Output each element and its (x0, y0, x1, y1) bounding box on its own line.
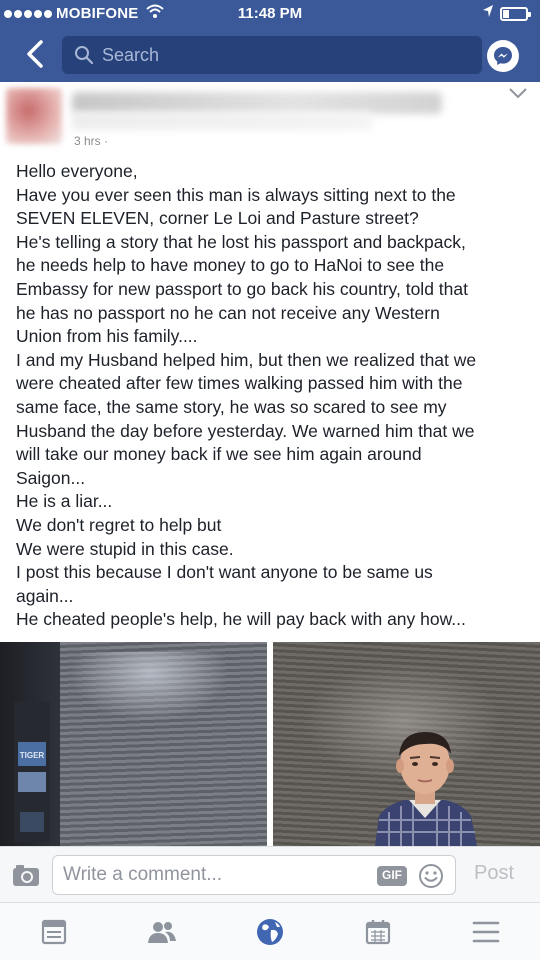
post-line: I and my Husband helped him, but then we… (16, 349, 477, 370)
post-line: will take our money back if we see him a… (16, 444, 422, 465)
comment-input[interactable] (63, 860, 363, 890)
gif-button[interactable]: GIF (377, 866, 407, 886)
search-input[interactable] (102, 40, 472, 70)
tab-friends[interactable] (145, 915, 179, 949)
post-line: same face, the same story, he was so sca… (16, 396, 447, 417)
author-name-redacted (72, 92, 442, 114)
messenger-button[interactable] (487, 40, 519, 72)
news-feed-icon (41, 919, 67, 945)
post-line: He's telling a story that he lost his pa… (16, 231, 466, 252)
bottom-tab-bar (0, 902, 540, 960)
battery-icon (500, 7, 531, 21)
globe-icon (257, 919, 283, 945)
post-line: Have you ever seen this man is always si… (16, 184, 456, 205)
post-timestamp: 3 hrs · (74, 134, 109, 148)
post-line: He cheated people's help, he will pay ba… (16, 609, 466, 630)
post-line: We were stupid in this case. (16, 538, 234, 559)
tab-events[interactable] (361, 915, 395, 949)
post-line: He is a liar... (16, 491, 113, 512)
location-arrow-icon (482, 4, 494, 21)
post-line: again... (16, 585, 74, 606)
post-photo-left[interactable]: TIGER (0, 642, 267, 846)
post-line: We don't regret to help but (16, 514, 222, 535)
post-line: were cheated after few times walking pas… (16, 373, 463, 394)
post-line: Embassy for new passport to go back his … (16, 278, 468, 299)
search-bar[interactable] (62, 36, 482, 74)
post-line: Union from his family.... (16, 326, 198, 347)
tab-news-feed[interactable] (37, 915, 71, 949)
menu-icon (472, 921, 500, 943)
post-line: he needs help to have money to go to HaN… (16, 255, 445, 276)
photo-person (375, 732, 477, 846)
app-header: MOBIFONE 11:48 PM (0, 0, 540, 82)
comment-field[interactable]: GIF (52, 855, 456, 895)
post-line: SEVEN ELEVEN, corner Le Loi and Pasture … (16, 208, 419, 229)
back-button[interactable] (18, 36, 52, 72)
post-comment-button[interactable]: Post (474, 862, 514, 885)
sticker-smiley-icon[interactable] (418, 863, 444, 889)
post-line: Saigon... (16, 467, 86, 488)
post-line: I post this because I don't want anyone … (16, 562, 433, 583)
search-icon (75, 46, 94, 65)
calendar-icon (365, 920, 391, 945)
tab-notifications[interactable] (253, 915, 287, 949)
photo-light (70, 652, 230, 722)
status-bar: MOBIFONE 11:48 PM (0, 0, 540, 28)
author-subline-redacted (72, 112, 372, 130)
status-time: 11:48 PM (237, 5, 303, 22)
post-line: Husband the day before yesterday. We war… (16, 420, 475, 441)
photo-sign-text: TIGER (20, 751, 45, 760)
chevron-down-icon[interactable] (508, 86, 528, 100)
post-photo-right[interactable] (273, 642, 540, 846)
post-header: 3 hrs · (0, 82, 540, 152)
messenger-icon (494, 47, 512, 65)
chevron-left-icon (27, 40, 43, 68)
comment-bar: GIF Post (0, 846, 540, 902)
friends-icon (148, 922, 176, 943)
photo-signage: TIGER (14, 702, 50, 842)
post-body: Hello everyone, Have you ever seen this … (16, 160, 526, 632)
post-line: Hello everyone, (16, 161, 138, 181)
tab-menu[interactable] (469, 915, 503, 949)
post-line: he has no passport no he can not receive… (16, 302, 440, 323)
camera-icon[interactable] (12, 863, 40, 887)
avatar[interactable] (6, 88, 62, 144)
